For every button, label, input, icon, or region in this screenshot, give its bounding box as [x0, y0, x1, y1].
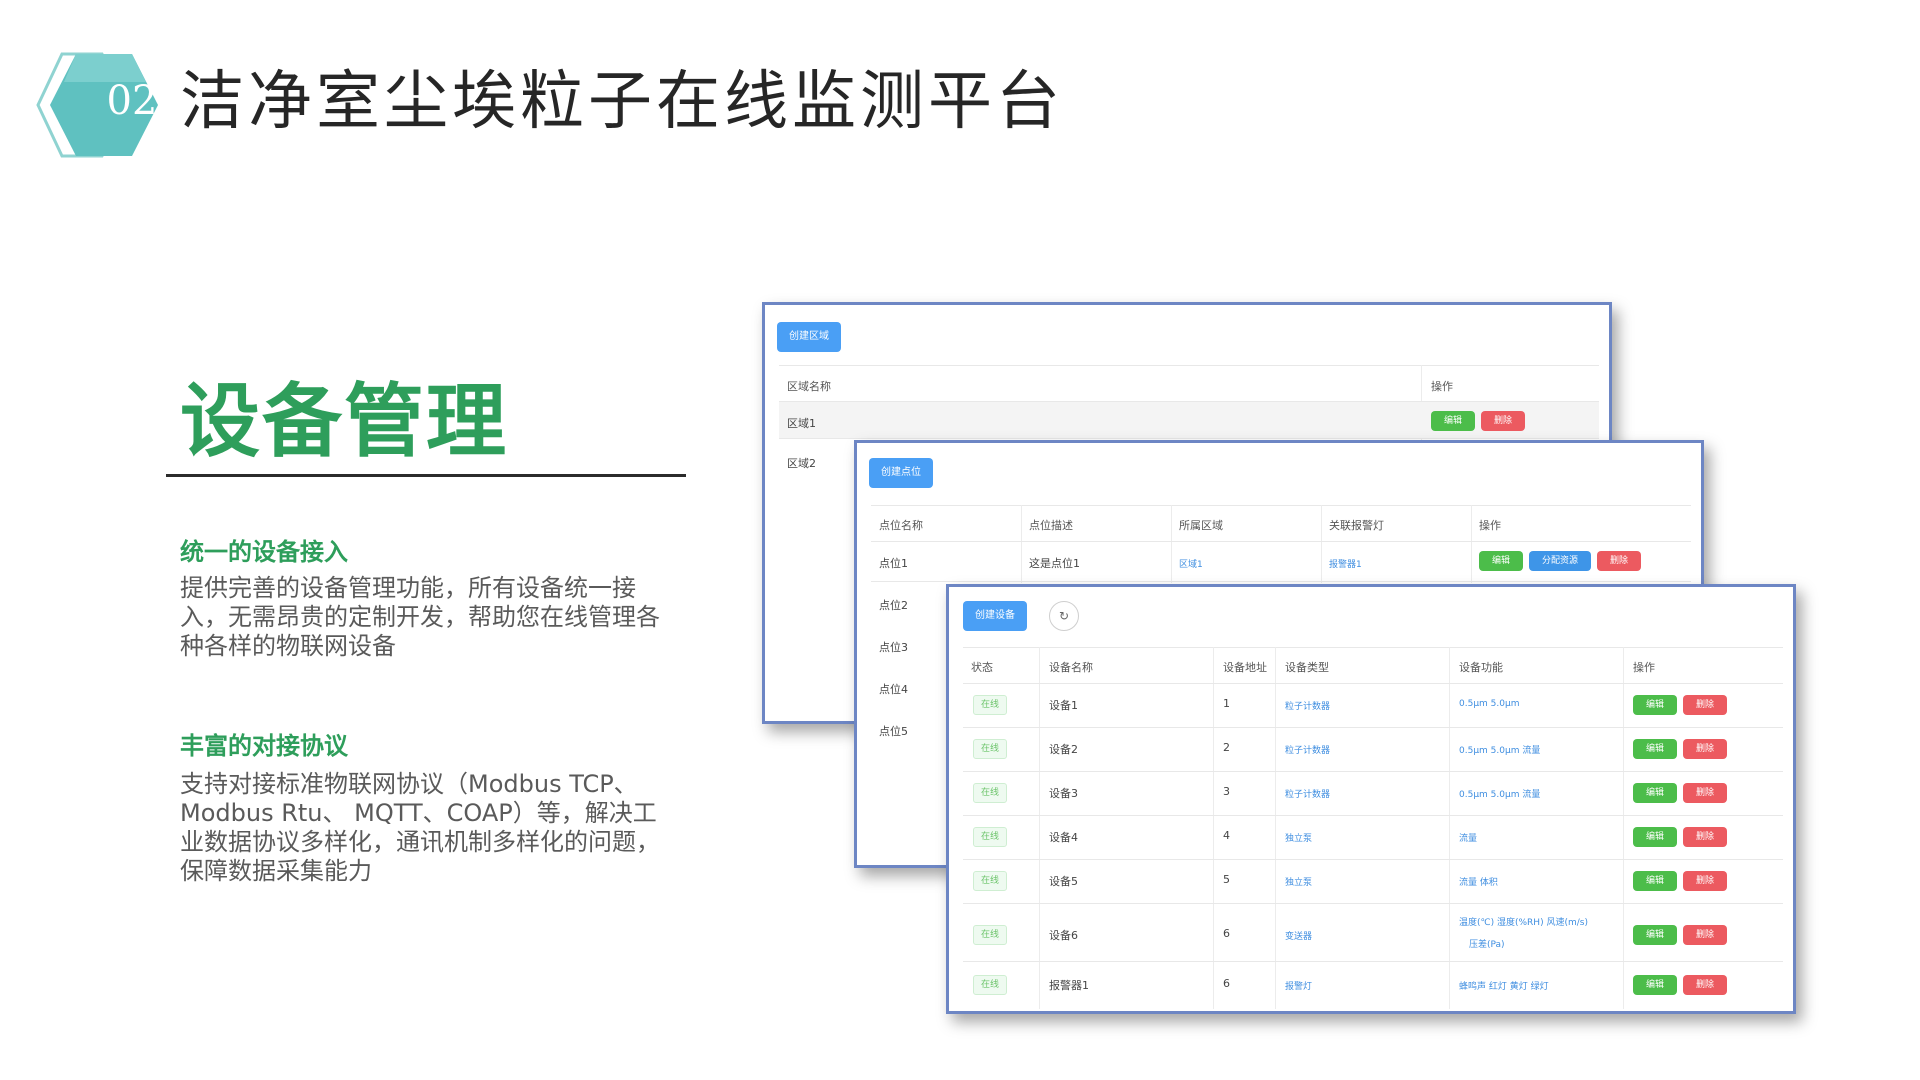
device-row-5-name: 设备5 [1049, 875, 1078, 888]
device-row-4-delete-button[interactable]: 删除 [1683, 827, 1727, 847]
zone-row-2-name: 区域2 [787, 457, 816, 470]
point-col-name: 点位名称 [879, 519, 923, 532]
zone-col-name: 区域名称 [787, 380, 831, 393]
device-row-3-status-badge: 在线 [973, 783, 1007, 803]
device-row-6-functions-2: 压差(Pa) [1469, 940, 1505, 950]
device-col-actions: 操作 [1633, 661, 1655, 674]
device-row-6-functions: 温度(℃) 湿度(%RH) 风速(m/s) [1459, 918, 1588, 928]
device-row-4-type-link[interactable]: 独立泵 [1285, 831, 1312, 844]
point-row-2-name: 点位2 [879, 599, 908, 612]
device-col-name: 设备名称 [1049, 661, 1093, 674]
device-row-1-type-link[interactable]: 粒子计数器 [1285, 699, 1330, 712]
feature-desc-protocols: 支持对接标准物联网协议（Modbus TCP、Modbus Rtu、 MQTT、… [180, 770, 660, 885]
create-point-button[interactable]: 创建点位 [869, 458, 933, 488]
device-col-status: 状态 [971, 661, 993, 674]
device-row-7-edit-button[interactable]: 编辑 [1633, 975, 1677, 995]
device-row-2-delete-button[interactable]: 删除 [1683, 739, 1727, 759]
device-row-7-delete-button[interactable]: 删除 [1683, 975, 1727, 995]
device-row-5-address: 5 [1223, 873, 1230, 886]
device-row-3-functions: 0.5μm 5.0μm 流量 [1459, 790, 1541, 800]
device-row-5-status-badge: 在线 [973, 871, 1007, 891]
point-row-1-alarm-link[interactable]: 报警器1 [1329, 557, 1362, 570]
device-row-5-edit-button[interactable]: 编辑 [1633, 871, 1677, 891]
feature-title-protocols: 丰富的对接协议 [180, 732, 348, 760]
point-row-3-name: 点位3 [879, 641, 908, 654]
device-row-3-edit-button[interactable]: 编辑 [1633, 783, 1677, 803]
point-row-1-assign-button[interactable]: 分配资源 [1529, 551, 1591, 571]
zone-row-1-edit-button[interactable]: 编辑 [1431, 411, 1475, 431]
zone-row-1-name: 区域1 [787, 417, 816, 430]
section-divider [166, 474, 686, 477]
device-row-3-name: 设备3 [1049, 787, 1078, 800]
device-row-7-status-badge: 在线 [973, 975, 1007, 995]
section-number-badge: 02 [36, 50, 160, 160]
device-row-4-edit-button[interactable]: 编辑 [1633, 827, 1677, 847]
device-row-1-address: 1 [1223, 697, 1230, 710]
point-row-1-zone-link[interactable]: 区域1 [1179, 557, 1203, 570]
device-row-5-type-link[interactable]: 独立泵 [1285, 875, 1312, 888]
device-row-2-address: 2 [1223, 741, 1230, 754]
section-number: 02 [106, 78, 158, 124]
device-row-1-edit-button[interactable]: 编辑 [1633, 695, 1677, 715]
device-row-2-name: 设备2 [1049, 743, 1078, 756]
point-col-actions: 操作 [1479, 519, 1501, 532]
device-row-3-delete-button[interactable]: 删除 [1683, 783, 1727, 803]
page-title: 洁净室尘埃粒子在线监测平台 [180, 65, 1064, 139]
point-row-1-delete-button[interactable]: 删除 [1597, 551, 1641, 571]
device-row-6-address: 6 [1223, 927, 1230, 940]
point-row-1-desc: 这是点位1 [1029, 557, 1080, 570]
device-row-4-functions: 流量 [1459, 834, 1478, 844]
device-col-type: 设备类型 [1285, 661, 1329, 674]
device-row-3-address: 3 [1223, 785, 1230, 798]
device-management-screenshot: 创建设备 ↻ 状态 设备名称 设备地址 设备类型 设备功能 操作 在线 设备1 … [946, 584, 1796, 1014]
device-row-2-edit-button[interactable]: 编辑 [1633, 739, 1677, 759]
device-col-functions: 设备功能 [1459, 661, 1503, 674]
device-row-7-address: 6 [1223, 977, 1230, 990]
point-col-alarm: 关联报警灯 [1329, 519, 1384, 532]
device-col-address: 设备地址 [1223, 661, 1267, 674]
zone-row-1-delete-button[interactable]: 删除 [1481, 411, 1525, 431]
device-row-6-name: 设备6 [1049, 929, 1078, 942]
device-row-2-type-link[interactable]: 粒子计数器 [1285, 743, 1330, 756]
device-row-2-functions: 0.5μm 5.0μm 流量 [1459, 746, 1541, 756]
device-row-1-name: 设备1 [1049, 699, 1078, 712]
create-zone-button[interactable]: 创建区域 [777, 322, 841, 352]
feature-title-unified-access: 统一的设备接入 [180, 538, 348, 566]
point-row-5-name: 点位5 [879, 725, 908, 738]
device-row-4-status-badge: 在线 [973, 827, 1007, 847]
device-row-7-name: 报警器1 [1049, 979, 1089, 992]
device-row-7-type-link[interactable]: 报警灯 [1285, 979, 1312, 992]
feature-desc-unified-access: 提供完善的设备管理功能，所有设备统一接入，无需昂贵的定制开发，帮助您在线管理各种… [180, 574, 660, 660]
device-row-6-delete-button[interactable]: 删除 [1683, 925, 1727, 945]
point-row-4-name: 点位4 [879, 683, 908, 696]
device-row-1-delete-button[interactable]: 删除 [1683, 695, 1727, 715]
section-title: 设备管理 [180, 375, 508, 468]
device-row-2-status-badge: 在线 [973, 739, 1007, 759]
create-device-button[interactable]: 创建设备 [963, 601, 1027, 631]
point-row-1-edit-button[interactable]: 编辑 [1479, 551, 1523, 571]
point-col-desc: 点位描述 [1029, 519, 1073, 532]
device-row-1-functions: 0.5μm 5.0μm [1459, 699, 1520, 709]
point-col-zone: 所属区域 [1179, 519, 1223, 532]
device-row-6-type-link[interactable]: 变送器 [1285, 929, 1312, 942]
device-row-1-status-badge: 在线 [973, 695, 1007, 715]
point-row-1-name: 点位1 [879, 557, 908, 570]
zone-col-actions: 操作 [1431, 380, 1453, 393]
device-row-5-functions: 流量 体积 [1459, 878, 1498, 888]
refresh-icon[interactable]: ↻ [1049, 601, 1079, 631]
device-row-6-status-badge: 在线 [973, 925, 1007, 945]
device-row-6-edit-button[interactable]: 编辑 [1633, 925, 1677, 945]
device-row-5-delete-button[interactable]: 删除 [1683, 871, 1727, 891]
device-row-3-type-link[interactable]: 粒子计数器 [1285, 787, 1330, 800]
device-row-4-address: 4 [1223, 829, 1230, 842]
device-row-7-functions: 蜂鸣声 红灯 黄灯 绿灯 [1459, 982, 1549, 992]
device-row-4-name: 设备4 [1049, 831, 1078, 844]
